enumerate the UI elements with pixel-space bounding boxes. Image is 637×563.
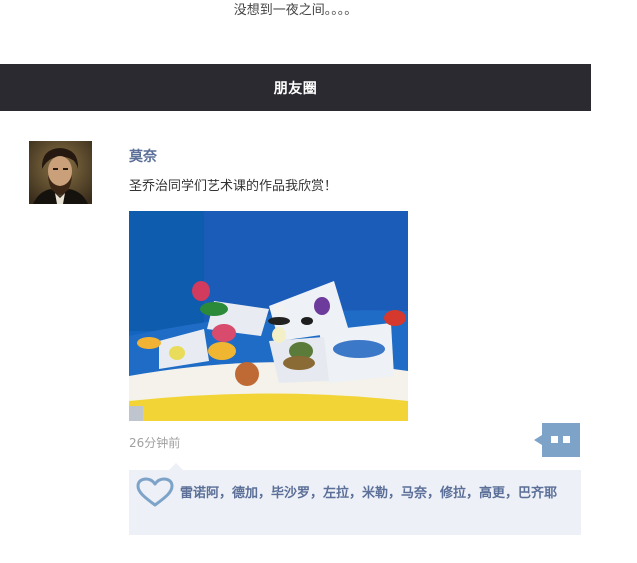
likes-section: 雷诺阿，德加，毕沙罗，左拉，米勒，马奈，修拉，高更，巴齐耶 — [129, 463, 581, 535]
intro-text: 没想到一夜之间。。。。 — [233, 3, 358, 18]
author-name[interactable]: 莫奈 — [129, 146, 157, 168]
author-avatar[interactable] — [29, 141, 92, 204]
post-text: 圣乔治同学们艺术课的作品我欣赏！ — [129, 179, 338, 194]
comment-button[interactable] — [532, 423, 580, 457]
post-photo[interactable] — [129, 211, 408, 421]
likes-list[interactable]: 雷诺阿，德加，毕沙罗，左拉，米勒，马奈，修拉，高更，巴齐耶 — [180, 486, 557, 501]
top-bar: 朋友圈 — [0, 64, 591, 111]
portrait-avatar — [29, 141, 92, 204]
page-title: 朋友圈 — [273, 80, 318, 97]
comment-bubble-icon — [534, 423, 580, 457]
post-time: 26分钟前 — [129, 436, 181, 450]
heart-icon — [136, 477, 174, 507]
